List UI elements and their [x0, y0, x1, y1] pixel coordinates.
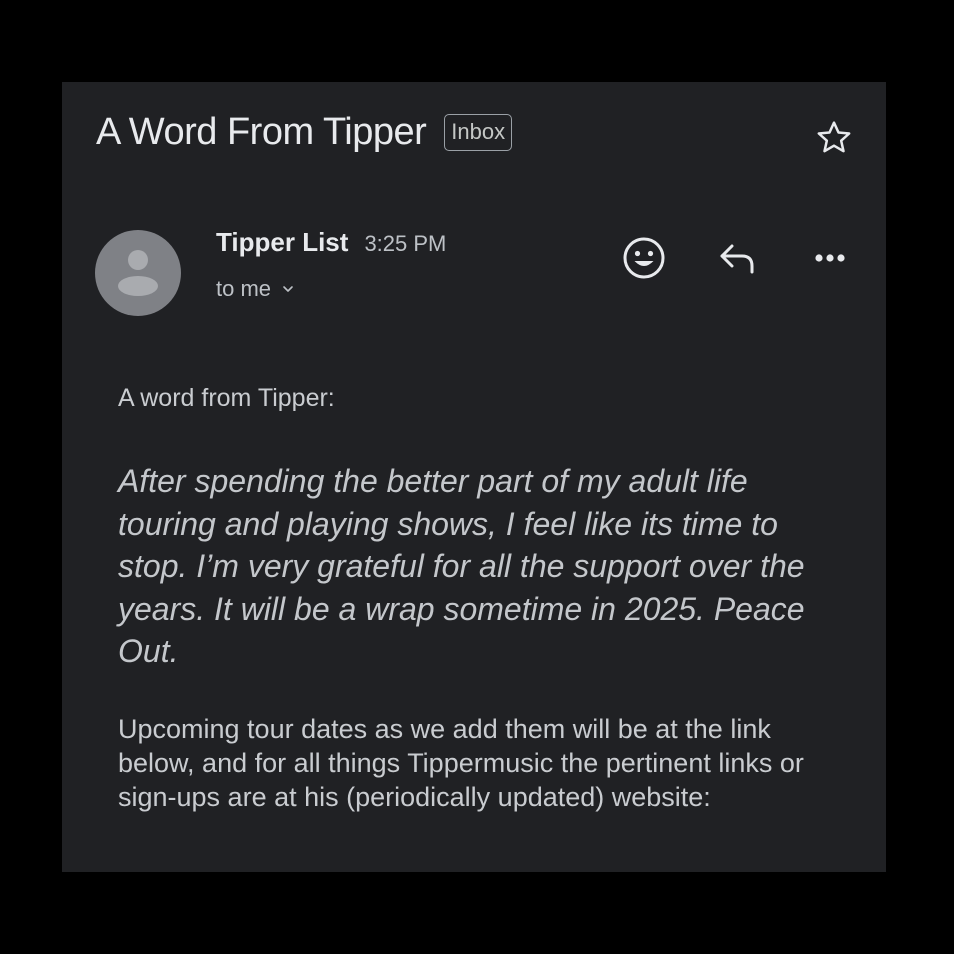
email-subject: A Word From Tipper — [96, 110, 427, 153]
email-tour-paragraph: Upcoming tour dates as we add them will … — [118, 714, 804, 812]
email-quote: After spending the better part of my adu… — [118, 463, 805, 669]
subject-row: A Word From Tipper Inbox — [96, 106, 856, 158]
email-view: A Word From Tipper Inbox Tipper List 3:2… — [62, 82, 886, 872]
smiley-icon — [623, 237, 665, 279]
reply-button[interactable] — [710, 232, 762, 284]
add-reaction-button[interactable] — [618, 232, 670, 284]
star-outline-icon — [817, 121, 851, 153]
email-greeting: A word from Tipper: — [118, 384, 335, 412]
chevron-down-icon — [281, 282, 295, 296]
sender-block: Tipper List 3:25 PM to me — [216, 227, 446, 302]
reply-icon — [720, 244, 754, 274]
sender-line: Tipper List 3:25 PM — [216, 227, 446, 258]
sender-avatar[interactable] — [95, 230, 181, 316]
star-button[interactable] — [812, 116, 856, 160]
person-icon — [118, 250, 158, 296]
inbox-label-badge[interactable]: Inbox — [444, 113, 513, 151]
more-horizontal-icon — [815, 254, 845, 262]
email-time: 3:25 PM — [364, 231, 447, 256]
more-options-button[interactable] — [804, 232, 856, 284]
recipient-text: to me — [216, 276, 272, 301]
recipient-details-toggle[interactable]: to me — [216, 276, 446, 302]
sender-name[interactable]: Tipper List — [216, 227, 348, 258]
